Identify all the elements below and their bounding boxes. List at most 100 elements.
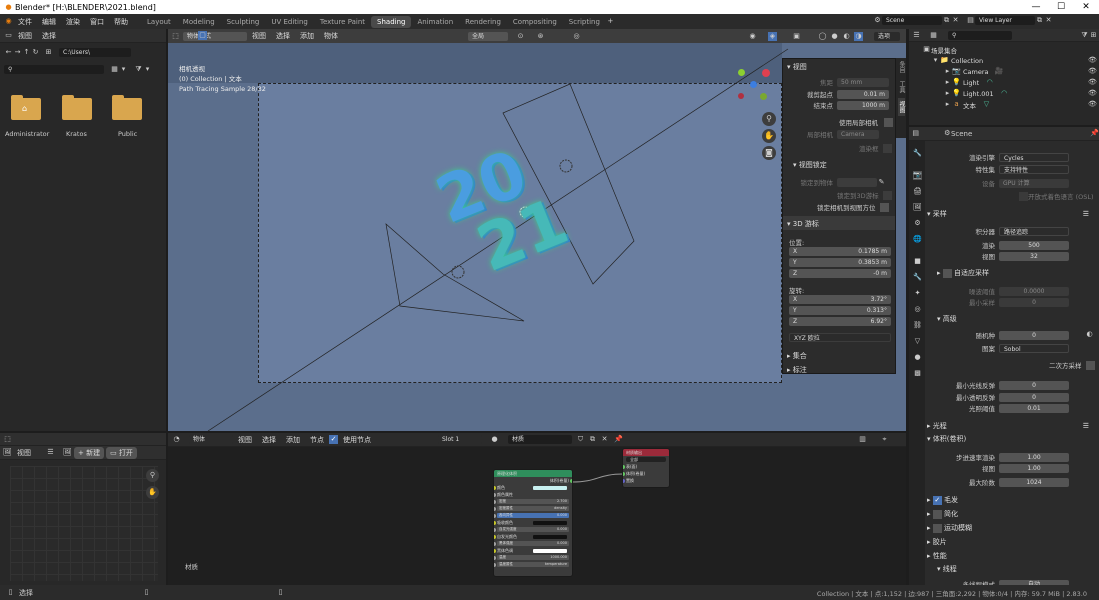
tab-view[interactable]: 视图 xyxy=(898,97,905,116)
section-header[interactable]: ▸ 性能 xyxy=(927,551,1097,561)
step-rate-render-field[interactable]: 1.00 xyxy=(999,452,1069,462)
view-layer-close-icon[interactable]: ✕ xyxy=(1044,16,1053,25)
fb-menu-select[interactable]: 选择 xyxy=(37,31,61,41)
input-socket[interactable] xyxy=(494,555,496,560)
pattern-field[interactable]: Sobol xyxy=(999,343,1069,353)
outliner-item[interactable]: ▸ 💡 Light.001 ◠ 👁 xyxy=(943,88,1097,99)
object-data-icon[interactable]: ▽ xyxy=(982,100,991,109)
open-image-button[interactable]: ▭ 打开 xyxy=(106,446,137,459)
device-field[interactable]: GPU 计算 xyxy=(999,178,1069,188)
node-input-row[interactable]: 密度 2.700 xyxy=(494,498,572,505)
clip-end-field[interactable]: 1000 m xyxy=(837,100,889,110)
adaptive-checkbox[interactable] xyxy=(942,268,952,278)
data-tab-icon[interactable]: ▽ xyxy=(913,337,922,346)
section-checkbox[interactable] xyxy=(932,509,942,519)
eye-icon[interactable]: 👁 xyxy=(1088,78,1097,87)
input-socket[interactable] xyxy=(494,534,496,539)
toggle-section-header[interactable]: ▸ 简化 xyxy=(927,509,958,519)
folder-label[interactable]: Administrator xyxy=(5,130,49,138)
scene-copy-icon[interactable]: ⧉ xyxy=(942,16,951,25)
editor-type-icon[interactable]: ▤ xyxy=(912,129,919,138)
input-socket[interactable] xyxy=(494,485,496,490)
output-tab-icon[interactable]: 🖨 xyxy=(913,187,922,196)
node-input-row[interactable]: 自发光颜色 xyxy=(494,533,572,540)
min-light-bounces-field[interactable]: 0 xyxy=(999,380,1069,390)
dice-icon[interactable]: ◐ xyxy=(1085,330,1094,339)
feature-set-field[interactable]: 支持特性 xyxy=(999,164,1069,174)
input-socket[interactable] xyxy=(494,541,496,546)
path-field[interactable]: C:\Users\ xyxy=(59,48,131,57)
editor-type-icon[interactable]: ☰ xyxy=(912,31,921,40)
outliner-search[interactable]: ⚲ xyxy=(948,30,1012,40)
ie-menu-view[interactable]: 视图 xyxy=(12,448,36,458)
tab-workspace[interactable]: Sculpting xyxy=(221,16,266,28)
view-layer-selector[interactable]: View Layer xyxy=(975,16,1035,25)
new-collection-icon[interactable]: ⊞ xyxy=(1089,31,1098,40)
y-axis-icon[interactable] xyxy=(738,69,745,76)
neg-y-axis-icon[interactable] xyxy=(760,93,767,100)
menu-item[interactable]: 渲染 xyxy=(61,17,85,27)
folder-label[interactable]: Public xyxy=(118,130,137,138)
min-transparent-bounces-field[interactable]: 0 xyxy=(999,392,1069,402)
folder-label[interactable]: Kratos xyxy=(66,130,87,138)
particles-tab-icon[interactable]: ✦ xyxy=(913,289,922,298)
scene-icon[interactable]: ⚙ xyxy=(873,16,882,25)
rot-field-x[interactable]: X 3.72° xyxy=(789,295,891,304)
lock-cursor-checkbox[interactable] xyxy=(882,190,892,200)
input-socket[interactable] xyxy=(623,464,625,469)
outliner-item[interactable]: ▸ 💡 Light ◠ 👁 xyxy=(943,77,1097,88)
input-socket[interactable] xyxy=(494,499,496,504)
node-input-row[interactable]: 温度 1000.000 xyxy=(494,554,572,561)
pan-icon[interactable]: ✋ xyxy=(762,129,776,143)
render-samples-field[interactable]: 500 xyxy=(999,240,1069,250)
camera-view-icon[interactable]: ◙ xyxy=(762,146,776,160)
display-mode-icon[interactable]: ▦ xyxy=(929,31,938,40)
section-header[interactable]: ▸ 胶片 xyxy=(927,537,1097,547)
menu-item[interactable]: 编辑 xyxy=(37,17,61,27)
pin-icon[interactable]: 📌 xyxy=(1090,129,1099,138)
tool-tab-icon[interactable]: 🔧 xyxy=(913,149,922,158)
physics-tab-icon[interactable]: ◎ xyxy=(913,305,922,314)
color-swatch[interactable] xyxy=(533,548,567,553)
blender-menu-icon[interactable]: ◉ xyxy=(4,17,13,26)
node-input-row[interactable]: 密度属性 density xyxy=(494,505,572,512)
node-input-row[interactable]: 吸收颜色 xyxy=(494,519,572,526)
node-input-row[interactable]: 黑体色调 xyxy=(494,547,572,554)
node-value-field[interactable]: 密度 2.700 xyxy=(497,499,569,504)
chevron-down-icon[interactable]: ▾ xyxy=(119,65,128,74)
expand-icon[interactable]: ▸ xyxy=(943,89,952,98)
input-socket[interactable] xyxy=(494,562,496,567)
x-axis-icon[interactable] xyxy=(762,69,770,77)
input-socket[interactable] xyxy=(494,520,496,525)
section-header[interactable]: ▸ 光程 ☰ xyxy=(927,421,1097,431)
z-axis-icon[interactable] xyxy=(750,81,757,88)
folder-icon[interactable] xyxy=(112,95,142,120)
cursor-section-header[interactable]: ▾ 3D 游标 xyxy=(787,219,819,229)
tab-tool[interactable]: 工具 xyxy=(898,78,905,96)
node-input-row[interactable]: 黑体强度 0.000 xyxy=(494,540,572,547)
tab-item[interactable]: 条目 xyxy=(898,58,905,76)
view-layer-copy-icon[interactable]: ⧉ xyxy=(1035,16,1044,25)
menu-item[interactable]: 窗口 xyxy=(85,17,109,27)
hamburger-icon[interactable]: ☰ xyxy=(46,448,55,457)
object-data-icon[interactable]: 🎥 xyxy=(995,67,1004,76)
rot-field-z[interactable]: Z 6.92° xyxy=(789,317,891,326)
expand-icon[interactable]: ▸ xyxy=(943,100,952,109)
lock-camera-checkbox[interactable] xyxy=(879,202,889,212)
view-layer-icon[interactable]: ▤ xyxy=(966,16,975,25)
tab-workspace[interactable]: Shading xyxy=(371,15,412,28)
output-target-selector[interactable]: 全部 xyxy=(626,457,666,462)
clip-start-field[interactable]: 0.01 m xyxy=(837,89,889,99)
adaptive-sampling-row[interactable]: ▸ 自适应采样 xyxy=(937,268,989,278)
tab-workspace[interactable]: UV Editing xyxy=(265,16,314,28)
step-rate-viewport-field[interactable]: 1.00 xyxy=(999,463,1069,473)
min-samples-field[interactable]: 0 xyxy=(999,297,1069,307)
chevron-down-icon[interactable]: ▾ xyxy=(143,65,152,74)
modifier-tab-icon[interactable]: 🔧 xyxy=(913,273,922,282)
toggle-section-header[interactable]: ▸ 运动模糊 xyxy=(927,523,972,533)
node-value-field[interactable]: 黑体强度 0.000 xyxy=(497,541,569,546)
new-image-button[interactable]: + 新建 xyxy=(74,446,105,459)
close-icon[interactable]: ✕ xyxy=(1074,0,1098,14)
pan-icon[interactable]: ✋ xyxy=(146,486,159,499)
subsection-header[interactable]: ▾ 高级 xyxy=(937,314,957,324)
